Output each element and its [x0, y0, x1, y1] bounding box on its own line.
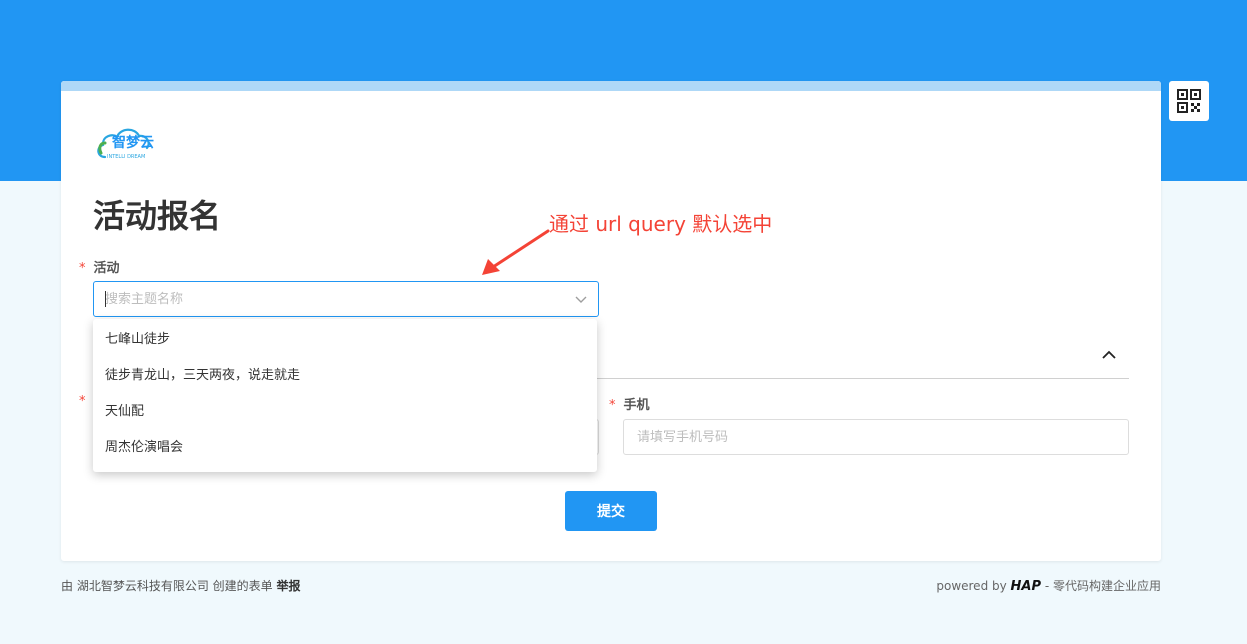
required-mark: * — [79, 394, 86, 409]
phone-label: * 手机 — [609, 394, 650, 413]
page-title: 活动报名 — [93, 197, 222, 235]
annotation-arrow-icon — [482, 229, 550, 275]
footer-credit-text: 由 湖北智梦云科技有限公司 创建的表单 — [61, 579, 273, 593]
powered-by-suffix: - 零代码构建企业应用 — [1044, 579, 1161, 593]
activity-label: * 活动 — [79, 257, 120, 276]
annotation-text: 通过 url query 默认选中 — [549, 212, 773, 236]
activity-select[interactable] — [93, 281, 599, 317]
activity-label-text: 活动 — [93, 261, 120, 276]
qr-code-icon — [1177, 89, 1201, 113]
phone-input[interactable] — [623, 419, 1129, 455]
hap-brand-link[interactable]: HAP — [1011, 579, 1041, 594]
dropdown-option[interactable]: 徒步青龙山，三天两夜，说走就走 — [93, 358, 597, 394]
phone-label-text: 手机 — [623, 398, 650, 413]
logo-text: 智梦云 — [112, 135, 154, 151]
footer-powered-by: powered by HAP - 零代码构建企业应用 — [936, 577, 1161, 594]
card-accent-bar — [61, 81, 1161, 91]
required-mark: * — [609, 398, 616, 413]
logo-subtext: INTELLI DREAM — [107, 154, 146, 160]
name-required-mark: * — [79, 394, 94, 409]
activity-search-input[interactable] — [94, 282, 564, 316]
report-link[interactable]: 举报 — [276, 579, 300, 593]
logo: 智梦云 INTELLI DREAM — [95, 123, 159, 163]
dropdown-option[interactable]: 七峰山徒步 — [93, 322, 597, 358]
dropdown-option[interactable]: 天仙配 — [93, 394, 597, 430]
qr-code-button[interactable] — [1169, 81, 1209, 121]
powered-by-text: powered by — [936, 579, 1007, 593]
required-mark: * — [79, 261, 86, 276]
footer-credit: 由 湖北智梦云科技有限公司 创建的表单 举报 — [61, 577, 300, 594]
chevron-down-icon[interactable] — [574, 292, 588, 306]
chevron-up-icon[interactable] — [1101, 347, 1117, 363]
text-caret — [105, 291, 106, 307]
dropdown-option[interactable]: 周杰伦演唱会 — [93, 430, 597, 466]
activity-dropdown: 七峰山徒步 徒步青龙山，三天两夜，说走就走 天仙配 周杰伦演唱会 — [93, 319, 597, 472]
submit-button[interactable]: 提交 — [565, 491, 657, 531]
